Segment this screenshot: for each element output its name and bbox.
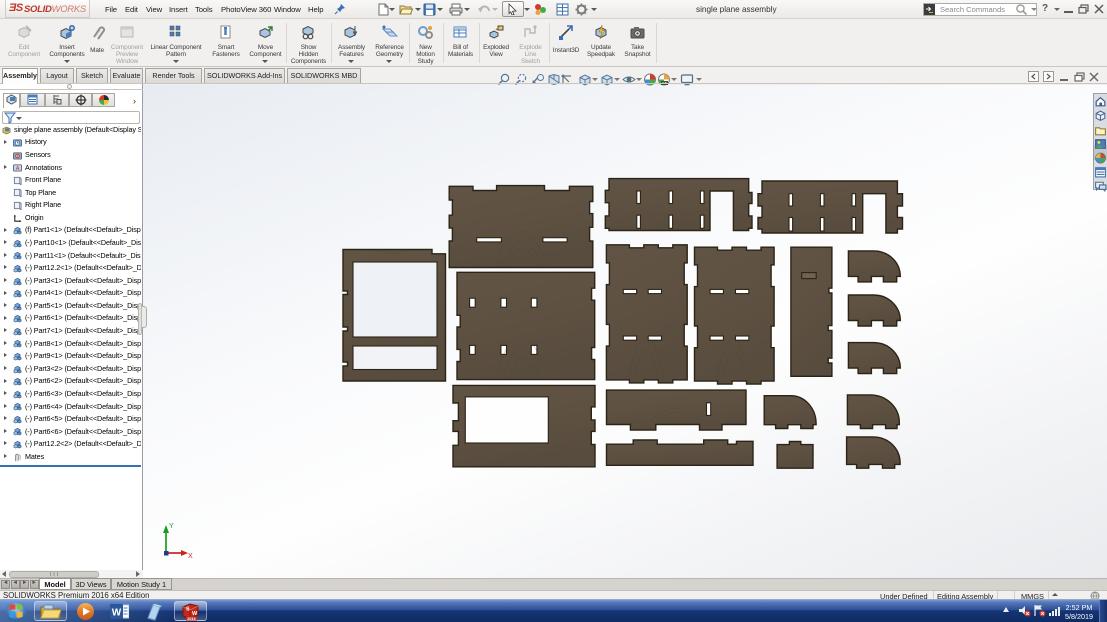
svg-text:2016: 2016 [187, 617, 195, 621]
svg-text:X: X [188, 553, 193, 560]
svg-text:Y: Y [169, 523, 174, 530]
svg-text:W: W [112, 608, 122, 619]
svg-text:S: S [186, 606, 190, 612]
